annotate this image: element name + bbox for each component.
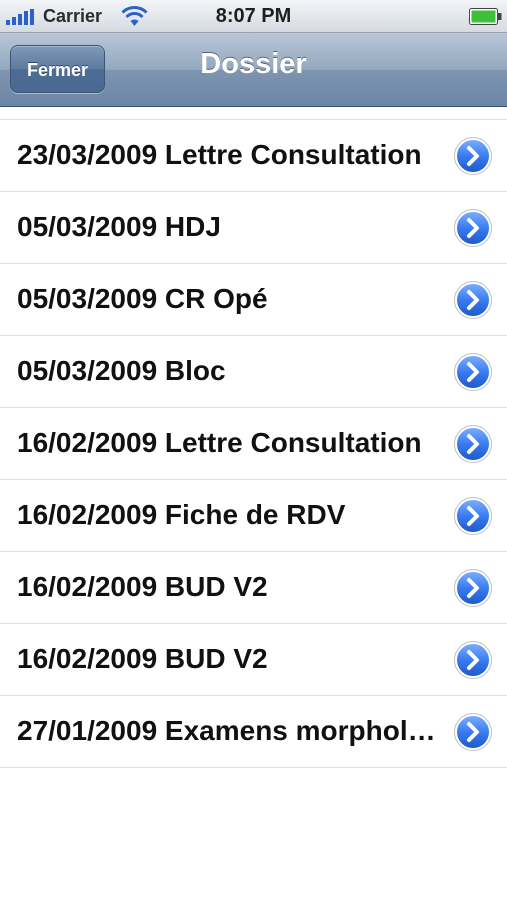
document-label: 05/03/2009 HDJ	[17, 211, 221, 242]
detail-disclosure-icon[interactable]	[454, 497, 492, 535]
list-item[interactable]: 05/03/2009 CR Opé	[0, 264, 507, 336]
list-item[interactable]: 16/02/2009 Lettre Consultation	[0, 408, 507, 480]
status-time: 8:07 PM	[215, 5, 292, 27]
document-label: 16/02/2009 Fiche de RDV	[17, 499, 346, 530]
battery-icon	[469, 8, 502, 25]
detail-disclosure-icon[interactable]	[454, 569, 492, 607]
detail-disclosure-icon[interactable]	[454, 713, 492, 751]
navigation-bar: Fermer Dossier	[0, 33, 507, 107]
document-label: 16/02/2009 BUD V2	[17, 643, 268, 674]
detail-disclosure-icon[interactable]	[454, 353, 492, 391]
detail-disclosure-icon[interactable]	[454, 281, 492, 319]
document-label: 16/02/2009 BUD V2	[17, 571, 268, 602]
document-label: 05/03/2009 Bloc	[17, 355, 226, 386]
status-bar: Carrier 8:07 PM	[0, 0, 507, 33]
document-list: 23/03/2009 Lettre Consultation 05/03/2009…	[0, 107, 507, 768]
document-label: 16/02/2009 Lettre Consultation	[17, 427, 422, 458]
document-label: 23/03/2009 Lettre Consultation	[17, 139, 422, 170]
iphone-screen: Carrier 8:07 PM Fermer Dossier 23/03/200…	[0, 0, 507, 900]
document-label: 05/03/2009 CR Opé	[17, 283, 268, 314]
nav-title: Dossier	[200, 48, 307, 80]
document-label: 27/01/2009 Examens morphologiques	[17, 715, 437, 746]
list-item[interactable]: 23/03/2009 Lettre Consultation	[0, 120, 507, 192]
detail-disclosure-icon[interactable]	[454, 209, 492, 247]
list-item[interactable]: 16/02/2009 BUD V2	[0, 624, 507, 696]
detail-disclosure-icon[interactable]	[454, 425, 492, 463]
list-item[interactable]: 16/02/2009 BUD V2	[0, 552, 507, 624]
detail-disclosure-icon[interactable]	[454, 137, 492, 175]
list-item[interactable]: 05/03/2009 HDJ	[0, 192, 507, 264]
list-item[interactable]: 27/01/2009 Examens morphologiques	[0, 696, 507, 768]
list-item-partial[interactable]	[0, 107, 507, 120]
list-item[interactable]: 16/02/2009 Fiche de RDV	[0, 480, 507, 552]
list-item[interactable]: 05/03/2009 Bloc	[0, 336, 507, 408]
detail-disclosure-icon[interactable]	[454, 641, 492, 679]
